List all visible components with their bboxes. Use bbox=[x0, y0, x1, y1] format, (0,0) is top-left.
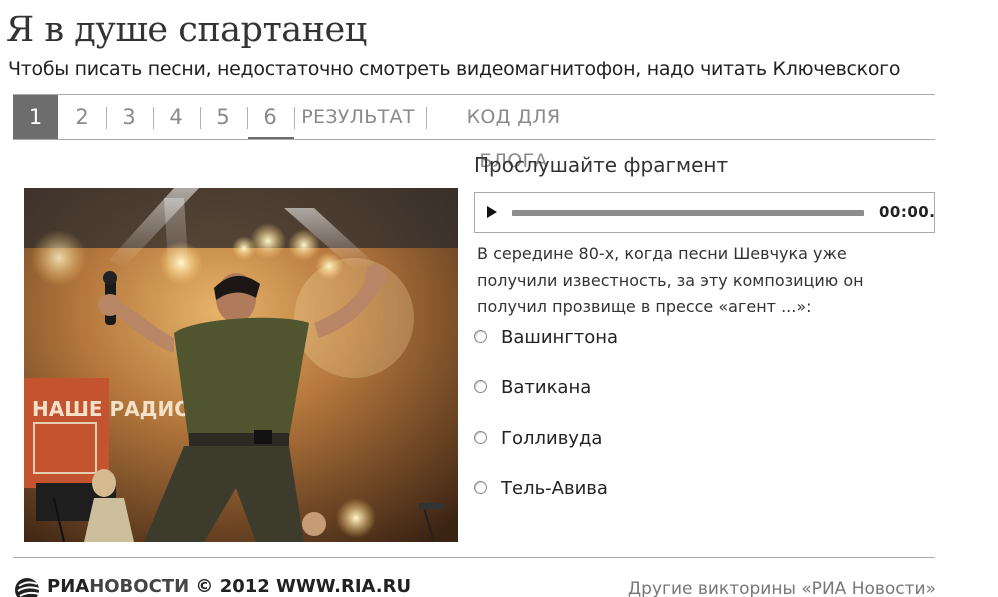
tab-2[interactable]: 2 bbox=[60, 95, 104, 139]
tab-6-underline bbox=[248, 137, 294, 139]
logo-ria: РИА bbox=[47, 576, 90, 597]
answer-label[interactable]: Голливуда bbox=[501, 428, 602, 449]
radio-button[interactable] bbox=[474, 431, 487, 444]
tab-1[interactable]: 1 bbox=[13, 95, 58, 139]
tab-4[interactable]: 4 bbox=[154, 95, 198, 139]
sign-text: НАШЕ РАДИО bbox=[32, 397, 191, 421]
radio-button[interactable] bbox=[474, 330, 487, 343]
tab-blog-code[interactable]: КОД ДЛЯ БЛОГА bbox=[431, 95, 596, 172]
tab-divider bbox=[294, 107, 295, 129]
play-icon[interactable] bbox=[487, 206, 497, 218]
answer-label[interactable]: Вашингтона bbox=[501, 327, 618, 348]
concert-photo: НАШЕ РАДИО bbox=[24, 188, 458, 542]
other-quizzes-link[interactable]: Другие викторины «РИА Новости» bbox=[628, 579, 936, 597]
audio-progress-track[interactable] bbox=[512, 210, 864, 216]
tab-result[interactable]: РЕЗУЛЬТАТ bbox=[299, 95, 417, 139]
answer-label[interactable]: Тель-Авива bbox=[501, 478, 608, 499]
audio-player: 00:00.0 bbox=[474, 192, 935, 233]
page-title: Я в душе спартанец bbox=[6, 10, 367, 50]
question-tabs: 1 2 3 4 5 6 РЕЗУЛЬТАТ КОД ДЛЯ БЛОГА bbox=[13, 94, 935, 172]
tab-3[interactable]: 3 bbox=[107, 95, 151, 139]
ria-logo[interactable]: РИАНОВОСТИ © 2012 WWW.RIA.RU bbox=[13, 576, 411, 597]
listen-heading: Прослушайте фрагмент bbox=[474, 153, 729, 177]
footer-divider bbox=[13, 557, 935, 558]
radio-button[interactable] bbox=[474, 380, 487, 393]
tab-5[interactable]: 5 bbox=[201, 95, 245, 139]
copyright: © 2012 WWW.RIA.RU bbox=[195, 576, 412, 597]
question-text: В середине 80-х, когда песни Шевчука уже… bbox=[477, 244, 864, 316]
radio-button[interactable] bbox=[474, 481, 487, 494]
logo-novosti: НОВОСТИ bbox=[89, 576, 190, 597]
page-subtitle: Чтобы писать песни, недостаточно смотрет… bbox=[8, 58, 901, 80]
answer-label[interactable]: Ватикана bbox=[501, 377, 591, 398]
ria-logo-icon bbox=[15, 578, 40, 597]
tab-6[interactable]: 6 bbox=[248, 95, 292, 139]
audio-time: 00:00.0 bbox=[879, 203, 935, 221]
tab-divider bbox=[426, 107, 427, 129]
